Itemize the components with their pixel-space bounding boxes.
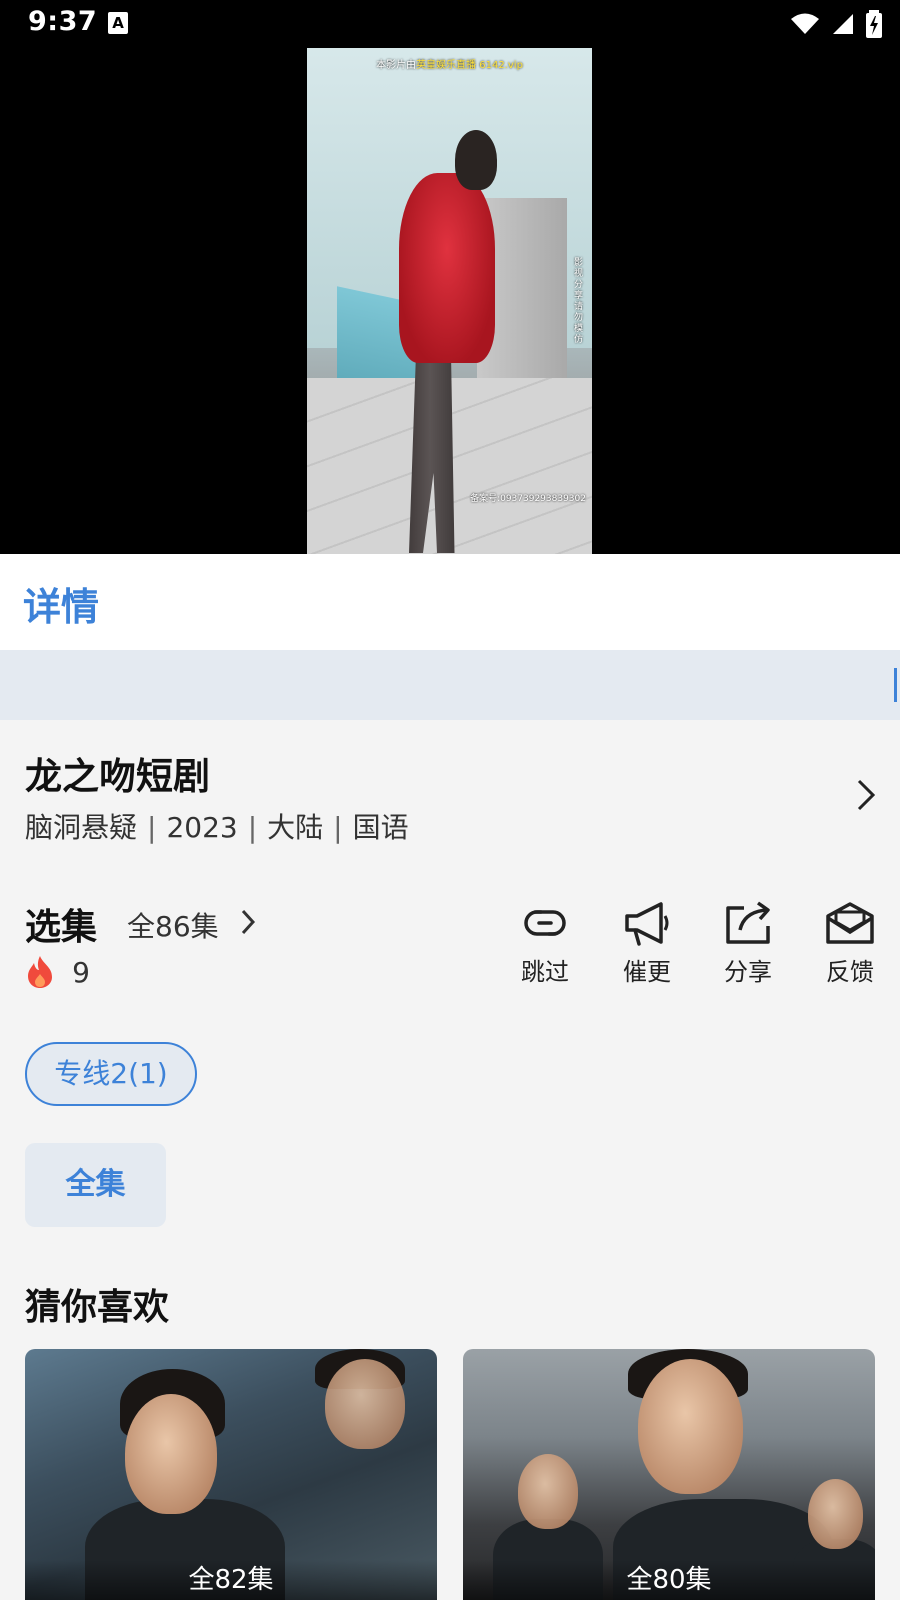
video-scene-dress	[399, 173, 495, 363]
link-icon	[524, 910, 566, 936]
meta-separator: |	[333, 811, 343, 844]
fire-icon	[28, 956, 52, 988]
recommendation-card[interactable]: 全82集	[25, 1349, 437, 1600]
skip-label: 跳过	[521, 958, 569, 986]
share-icon	[726, 901, 770, 944]
chevron-right-icon[interactable]	[240, 908, 256, 936]
poster-figure-face	[325, 1359, 405, 1449]
mail-icon	[826, 902, 874, 944]
urge-update-label: 催更	[623, 958, 671, 986]
video-watermark-side: 影视 分享 请勿模仿	[574, 258, 584, 345]
status-icons	[784, 10, 882, 38]
drama-info[interactable]: 龙之吻短剧 脑洞悬疑 | 2023 | 大陆 | 国语	[0, 720, 900, 870]
megaphone-icon	[625, 902, 669, 946]
episodes-count[interactable]: 全86集	[127, 905, 219, 945]
info-strip	[0, 650, 900, 720]
urge-update-button[interactable]: 催更	[607, 900, 687, 987]
tab-detail[interactable]: 详情	[23, 576, 99, 631]
hot-row: 9	[25, 955, 90, 995]
drama-language: 国语	[352, 811, 409, 844]
video-scene-head	[455, 130, 497, 190]
status-time: 9:37	[28, 6, 98, 37]
meta-separator: |	[147, 811, 157, 844]
episodes-label: 选集	[25, 907, 98, 948]
video-frame[interactable]: 本影片由英皇娱乐直播 6142.vip 影视 分享 请勿模仿 备案号:09373…	[307, 48, 592, 554]
cellular-signal-icon	[832, 14, 853, 34]
recommendation-episodes: 全80集	[463, 1560, 875, 1600]
video-player[interactable]: 本影片由英皇娱乐直播 6142.vip 影视 分享 请勿模仿 备案号:09373…	[0, 48, 900, 554]
poster-figure-face	[808, 1479, 863, 1549]
recommendation-card[interactable]: 全80集	[463, 1349, 875, 1600]
hot-count: 9	[72, 955, 90, 989]
chevron-right-icon[interactable]	[856, 778, 876, 812]
battery-icon	[866, 10, 882, 38]
poster-figure-face	[518, 1454, 578, 1529]
notification-a-icon: A	[108, 12, 128, 34]
action-bar: 跳过 催更 分享 反馈	[500, 900, 900, 1000]
meta-separator: |	[247, 811, 258, 844]
recommendation-episodes: 全82集	[25, 1560, 437, 1600]
watermark-highlight: 英皇娱乐直播 6142.vip	[416, 60, 523, 71]
watermark-prefix: 本影片由	[376, 60, 417, 71]
feedback-button[interactable]: 反馈	[810, 900, 890, 987]
poster-figure-face	[638, 1359, 743, 1494]
skip-button[interactable]: 跳过	[505, 900, 585, 987]
detail-tab-bar: 详情	[0, 554, 900, 650]
feedback-label: 反馈	[826, 958, 874, 986]
video-watermark-top: 本影片由英皇娱乐直播 6142.vip	[307, 56, 592, 71]
video-watermark-bottom: 备案号:093739293839302	[470, 494, 586, 504]
info-strip-edge-mark	[894, 668, 900, 702]
drama-genre: 脑洞悬疑	[25, 811, 138, 844]
drama-title: 龙之吻短剧	[25, 755, 210, 798]
all-episodes-button[interactable]: 全集	[25, 1143, 166, 1227]
recommendations-heading: 猜你喜欢	[25, 1287, 170, 1328]
drama-meta: 脑洞悬疑 | 2023 | 大陆 | 国语	[25, 806, 409, 846]
drama-year: 2023	[166, 811, 238, 844]
share-label: 分享	[724, 958, 772, 986]
status-bar: 9:37 A	[0, 0, 900, 48]
line-chip[interactable]: 专线2(1)	[25, 1042, 197, 1106]
wifi-icon	[790, 13, 819, 34]
share-button[interactable]: 分享	[708, 900, 788, 987]
poster-figure-face	[125, 1394, 217, 1514]
drama-region: 大陆	[267, 811, 324, 844]
